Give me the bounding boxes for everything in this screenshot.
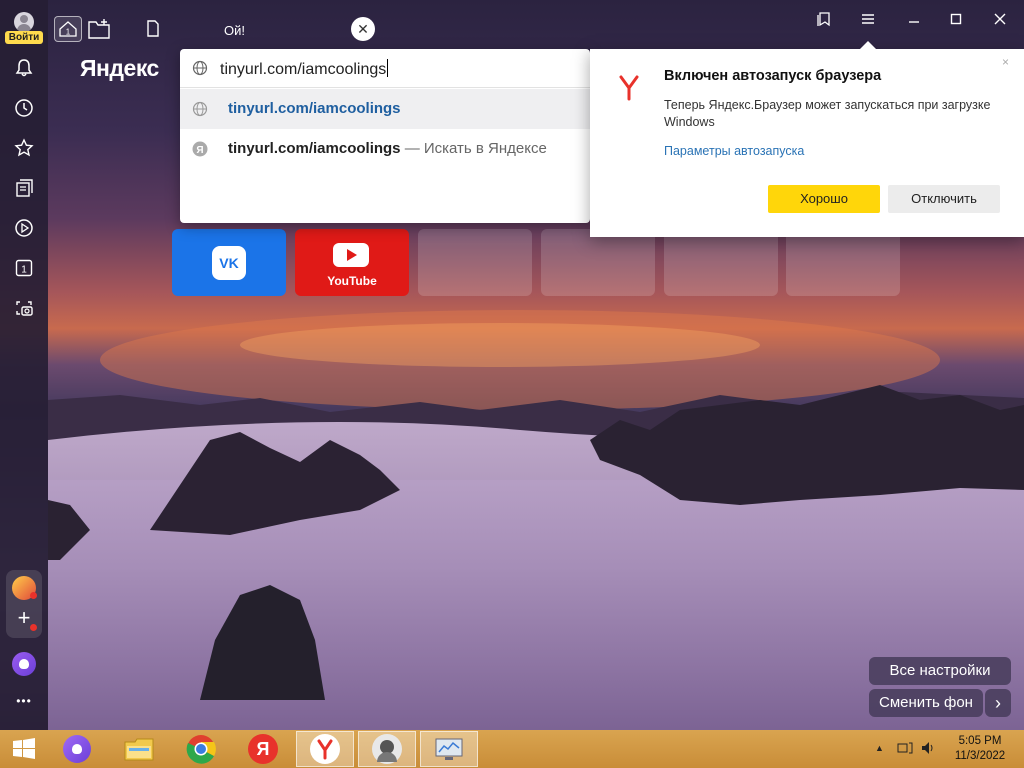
autostart-settings-link[interactable]: Параметры автозапуска bbox=[664, 144, 804, 158]
sidebar-apps-group: + bbox=[6, 570, 42, 638]
maximize-icon[interactable] bbox=[946, 9, 966, 29]
tile-vk[interactable]: VK bbox=[172, 229, 286, 296]
tab-bar: 1 Ой! ✕ bbox=[48, 0, 1024, 50]
menu-icon[interactable] bbox=[858, 9, 878, 29]
globe-icon bbox=[192, 60, 208, 76]
disable-button[interactable]: Отключить bbox=[888, 185, 1000, 213]
vk-logo: VK bbox=[212, 246, 246, 280]
collections-icon[interactable] bbox=[12, 176, 36, 200]
tray-expand-icon[interactable]: ▲ bbox=[875, 743, 884, 753]
text-caret bbox=[387, 59, 389, 77]
autostart-notification: × Включен автозапуск браузера Теперь Янд… bbox=[590, 41, 1024, 237]
windows-taskbar: Я ▲ 5:05 PM 11/3/2022 bbox=[0, 730, 1024, 768]
bell-icon[interactable] bbox=[12, 56, 36, 80]
youtube-logo bbox=[333, 243, 369, 267]
chrome-icon[interactable] bbox=[172, 731, 230, 767]
suggestion-item[interactable]: Я tinyurl.com/iamcoolings — Искать в Янд… bbox=[180, 129, 590, 169]
minimize-icon[interactable] bbox=[904, 9, 924, 29]
yandex-icon: Я bbox=[192, 141, 208, 157]
popup-close-icon[interactable]: × bbox=[1002, 55, 1009, 69]
address-bar-dropdown: tinyurl.com/iamcoolings tinyurl.com/iamc… bbox=[180, 49, 590, 223]
tabs-count-label: 1 bbox=[21, 265, 27, 276]
notification-dot bbox=[30, 592, 37, 599]
tab-close-button[interactable]: ✕ bbox=[351, 17, 375, 41]
browser-sidebar: Войти 1 + ••• bbox=[0, 0, 48, 730]
tab-page-icon bbox=[146, 20, 160, 38]
tile-empty[interactable] bbox=[418, 229, 532, 296]
yandex-app-icon[interactable]: Я bbox=[234, 731, 292, 767]
tab-title[interactable]: Ой! bbox=[224, 23, 245, 38]
address-input[interactable]: tinyurl.com/iamcoolings bbox=[180, 49, 590, 88]
home-tab-count: 1 bbox=[66, 28, 71, 37]
tabs-home-button[interactable]: 1 bbox=[54, 16, 82, 42]
tabs-count-icon[interactable]: 1 bbox=[12, 256, 36, 280]
suggestion-suffix: — Искать в Яндексе bbox=[400, 140, 547, 157]
more-icon[interactable]: ••• bbox=[10, 694, 38, 708]
system-clock[interactable]: 5:05 PM 11/3/2022 bbox=[945, 734, 1015, 764]
all-settings-button[interactable]: Все настройки bbox=[869, 657, 1011, 685]
popup-title: Включен автозапуск браузера bbox=[664, 68, 882, 84]
suggestion-text: tinyurl.com/iamcoolings bbox=[228, 140, 401, 157]
yandex-browser-logo bbox=[619, 75, 639, 101]
yandex-brand-logo: Яндекс bbox=[80, 55, 159, 81]
play-icon[interactable] bbox=[12, 216, 36, 240]
suggestion-text: tinyurl.com/iamcoolings bbox=[228, 100, 401, 117]
clock-time: 5:05 PM bbox=[958, 735, 1002, 747]
file-explorer-icon[interactable] bbox=[110, 731, 168, 767]
monitor-app-icon[interactable] bbox=[420, 731, 478, 767]
tile-youtube[interactable]: YouTube bbox=[295, 229, 409, 296]
window-close-icon[interactable] bbox=[990, 9, 1010, 29]
volume-icon[interactable] bbox=[920, 740, 936, 756]
suggestion-item[interactable]: tinyurl.com/iamcoolings bbox=[180, 89, 590, 129]
youtube-label: YouTube bbox=[327, 274, 377, 288]
windows-start-icon[interactable] bbox=[0, 731, 48, 767]
chevron-right-icon[interactable]: › bbox=[985, 689, 1011, 717]
network-icon[interactable] bbox=[897, 740, 913, 756]
tile-empty[interactable] bbox=[786, 229, 900, 296]
screenshot-icon[interactable] bbox=[12, 296, 36, 320]
support-agent-icon[interactable] bbox=[358, 731, 416, 767]
alice-icon[interactable] bbox=[12, 652, 36, 676]
history-icon[interactable] bbox=[12, 96, 36, 120]
svg-text:Я: Я bbox=[196, 145, 203, 156]
bookmarks-icon[interactable] bbox=[814, 9, 834, 29]
login-label: Войти bbox=[5, 31, 43, 44]
home-icon: 1 bbox=[59, 21, 77, 37]
yandex-browser-taskbar-icon[interactable] bbox=[296, 731, 354, 767]
popup-body: Теперь Яндекс.Браузер может запускаться … bbox=[664, 98, 991, 129]
globe-icon bbox=[192, 101, 208, 117]
address-input-value: tinyurl.com/iamcoolings bbox=[220, 61, 387, 78]
tile-empty[interactable] bbox=[664, 229, 778, 296]
star-icon[interactable] bbox=[12, 136, 36, 160]
ok-button[interactable]: Хорошо bbox=[768, 185, 880, 213]
notification-dot bbox=[30, 624, 37, 631]
alice-taskbar-icon[interactable] bbox=[48, 731, 106, 767]
clock-date: 11/3/2022 bbox=[954, 750, 1006, 762]
login-button[interactable]: Войти bbox=[5, 12, 43, 46]
tile-empty[interactable] bbox=[541, 229, 655, 296]
avatar bbox=[14, 12, 34, 32]
new-tab-folder-icon[interactable] bbox=[88, 18, 112, 40]
change-background-button[interactable]: Сменить фон bbox=[869, 689, 983, 717]
